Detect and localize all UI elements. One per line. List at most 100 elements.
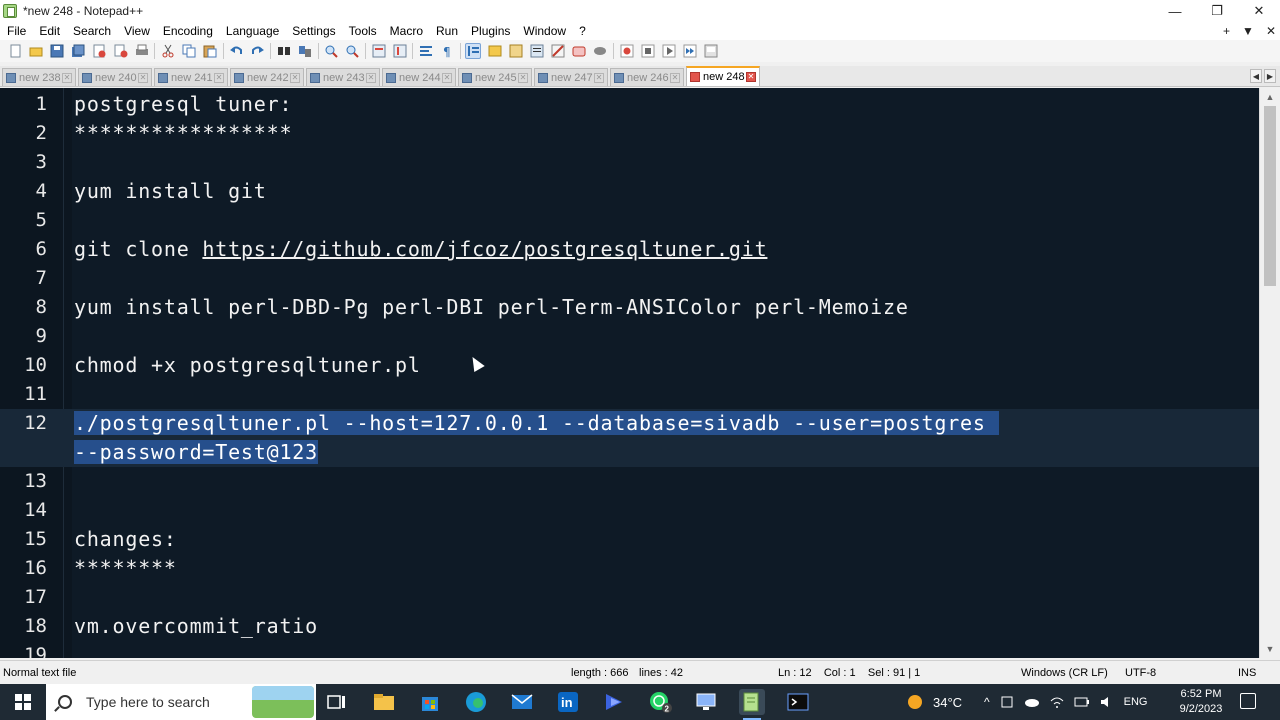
run-macro-multiple-icon[interactable] (682, 43, 698, 59)
menu-plugins[interactable]: Plugins (464, 24, 516, 38)
tab-new-240[interactable]: new 240 ✕ (78, 68, 152, 86)
input-language-indicator[interactable]: ENG (1124, 696, 1148, 708)
menu-search[interactable]: Search (66, 24, 117, 38)
folder-workspace-icon[interactable] (550, 43, 566, 59)
vertical-scrollbar[interactable]: ▲ ▼ (1259, 88, 1280, 658)
tab-new-244[interactable]: new 244 ✕ (382, 68, 456, 86)
tab-close-icon[interactable]: ✕ (670, 72, 680, 83)
linkedin-icon[interactable]: in (555, 689, 581, 715)
tab-new-248[interactable]: new 248 ✕ (686, 66, 760, 86)
paste-icon[interactable] (202, 43, 218, 59)
tab-new-238[interactable]: new 238 ✕ (2, 68, 76, 86)
remote-desktop-icon[interactable] (693, 689, 719, 715)
doc-map-icon[interactable] (508, 43, 524, 59)
copy-icon[interactable] (181, 43, 197, 59)
task-view-icon[interactable] (324, 689, 350, 715)
tab-new-242[interactable]: new 242 ✕ (230, 68, 304, 86)
volume-icon[interactable] (1100, 696, 1114, 708)
scrollbar-thumb[interactable] (1264, 106, 1276, 286)
editor-text-area[interactable]: 1 postgresql tuner: 2 ***************** 3 … (0, 88, 1259, 658)
sync-horizontal-icon[interactable] (392, 43, 408, 59)
power-automate-icon[interactable] (601, 689, 627, 715)
menu-encoding[interactable]: Encoding (156, 24, 219, 38)
replace-icon[interactable] (297, 43, 313, 59)
save-all-icon[interactable] (70, 43, 86, 59)
status-cursor-position[interactable]: Ln : 12 Col : 1 Sel : 91 | 1 (778, 667, 920, 679)
network-status-icon[interactable] (1000, 695, 1014, 709)
save-icon[interactable] (49, 43, 65, 59)
indent-guide-icon[interactable] (465, 43, 482, 59)
notepad-plus-plus-app-icon[interactable] (3, 4, 17, 18)
cut-icon[interactable] (160, 43, 176, 59)
menu-file[interactable]: File (0, 24, 32, 38)
terminal-icon[interactable] (785, 689, 811, 715)
tab-new-241[interactable]: new 241 ✕ (154, 68, 228, 86)
undo-icon[interactable] (228, 43, 244, 59)
save-macro-icon[interactable] (703, 43, 719, 59)
taskbar-clock[interactable]: 6:52 PM 9/2/2023 (1175, 687, 1227, 717)
tab-new-247[interactable]: new 247 ✕ (534, 68, 608, 86)
menu-macro[interactable]: Macro (383, 24, 429, 38)
record-macro-icon-placeholder[interactable] (592, 43, 608, 59)
scroll-up-icon[interactable]: ▲ (1265, 92, 1275, 102)
edge-icon[interactable] (463, 689, 489, 715)
tab-close-icon[interactable]: ✕ (290, 72, 300, 83)
monitoring-icon[interactable] (571, 43, 587, 59)
show-all-chars-icon[interactable]: ¶ (439, 43, 455, 59)
new-tab-plus-icon[interactable]: + (1223, 24, 1230, 38)
weather-widget[interactable]: 34°C (905, 684, 962, 720)
scroll-down-icon[interactable]: ▼ (1265, 644, 1275, 654)
tab-list-dropdown-icon[interactable]: ▼ (1242, 24, 1254, 38)
tab-new-243[interactable]: new 243 ✕ (306, 68, 380, 86)
tab-scroll-right-icon[interactable]: ▶ (1264, 69, 1276, 83)
wifi-icon[interactable] (1050, 696, 1064, 708)
file-explorer-icon[interactable] (371, 689, 397, 715)
menu-edit[interactable]: Edit (32, 24, 66, 38)
menu-settings[interactable]: Settings (285, 24, 341, 38)
tab-close-icon[interactable]: ✕ (594, 72, 604, 83)
function-list-icon[interactable] (529, 43, 545, 59)
tab-scroll-left-icon[interactable]: ◀ (1250, 69, 1262, 83)
close-icon[interactable] (91, 43, 107, 59)
sync-vertical-icon[interactable] (371, 43, 387, 59)
notepad-plus-plus-icon[interactable] (739, 689, 765, 720)
tab-close-icon[interactable]: ✕ (746, 72, 756, 82)
record-macro-icon[interactable] (619, 43, 635, 59)
zoom-in-icon[interactable] (323, 43, 339, 59)
store-icon[interactable] (417, 689, 443, 715)
close-all-icon[interactable] (113, 43, 129, 59)
user-language-icon[interactable] (487, 43, 503, 59)
menu-help[interactable]: ? (572, 24, 592, 38)
tab-close-icon[interactable]: ✕ (518, 72, 528, 83)
onedrive-cloud-icon[interactable] (1024, 696, 1040, 708)
restore-button[interactable]: ❐ (1196, 0, 1238, 22)
battery-icon[interactable] (1074, 696, 1090, 708)
menu-view[interactable]: View (117, 24, 156, 38)
menu-run[interactable]: Run (429, 24, 464, 38)
mail-icon[interactable] (509, 689, 535, 715)
word-wrap-icon[interactable] (418, 43, 434, 59)
taskbar-search-box[interactable]: Type here to search (46, 684, 316, 720)
print-icon[interactable] (134, 43, 150, 59)
tab-close-icon[interactable]: ✕ (138, 72, 148, 83)
notification-center-icon[interactable] (1240, 693, 1256, 709)
menu-tools[interactable]: Tools (342, 24, 383, 38)
tab-close-icon[interactable]: ✕ (214, 72, 224, 83)
tab-new-245[interactable]: new 245 ✕ (458, 68, 532, 86)
whatsapp-icon[interactable]: 2 (647, 689, 673, 715)
tab-close-icon[interactable]: ✕ (442, 72, 452, 83)
minimize-button[interactable]: — (1154, 0, 1196, 22)
new-file-icon[interactable] (7, 43, 23, 59)
show-hidden-icons-chevron-icon[interactable]: ^ (984, 695, 990, 709)
close-document-icon[interactable]: ✕ (1266, 24, 1276, 38)
tab-close-icon[interactable]: ✕ (62, 72, 72, 83)
zoom-out-icon[interactable] (344, 43, 360, 59)
tab-new-246[interactable]: new 246 ✕ (610, 68, 684, 86)
menu-language[interactable]: Language (219, 24, 285, 38)
github-url-link[interactable]: https://github.com/jfcoz/postgresqltuner… (202, 237, 767, 261)
stop-record-icon[interactable] (640, 43, 656, 59)
find-icon[interactable] (276, 43, 292, 59)
play-macro-icon[interactable] (661, 43, 677, 59)
tab-close-icon[interactable]: ✕ (366, 72, 376, 83)
redo-icon[interactable] (250, 43, 266, 59)
